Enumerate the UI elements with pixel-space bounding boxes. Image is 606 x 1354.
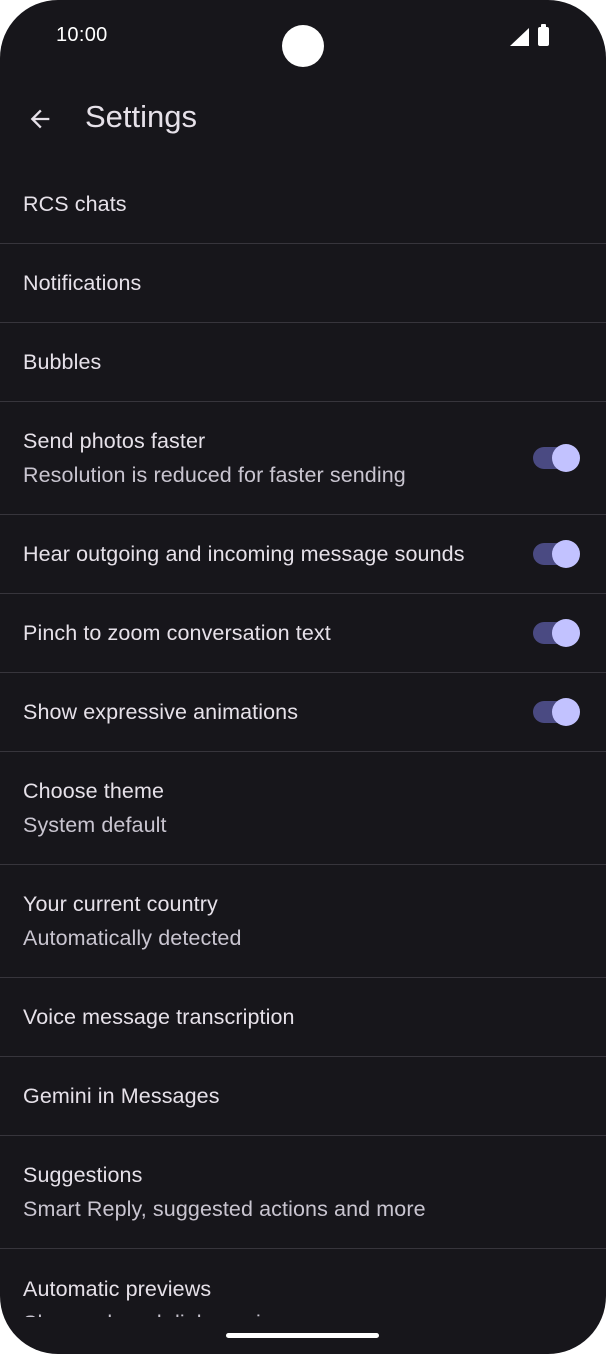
setting-subtitle: System default [23,813,167,837]
home-indicator[interactable] [226,1333,379,1338]
battery-icon [538,24,549,46]
setting-gemini[interactable]: Gemini in Messages [0,1057,606,1136]
setting-subtitle: Smart Reply, suggested actions and more [23,1197,426,1221]
setting-pinch-to-zoom[interactable]: Pinch to zoom conversation text [0,594,606,673]
setting-title: Notifications [23,271,142,295]
setting-suggestions[interactable]: Suggestions Smart Reply, suggested actio… [0,1136,606,1249]
arrow-left-icon [30,109,50,129]
setting-title: Suggestions [23,1163,143,1187]
back-button[interactable] [18,97,62,141]
setting-title: Bubbles [23,350,102,374]
setting-send-photos-faster[interactable]: Send photos faster Resolution is reduced… [0,402,606,515]
app-bar: Settings [0,78,606,164]
setting-subtitle: Resolution is reduced for faster sending [23,463,406,487]
setting-title: Choose theme [23,779,165,803]
camera-cutout [282,25,324,67]
setting-title: Gemini in Messages [23,1084,220,1108]
setting-title: Voice message transcription [23,1005,295,1029]
status-time: 10:00 [56,24,108,46]
phone-screen: 10:00 Settings RCS chats Notifications B… [0,0,606,1354]
toggle-thumb [552,619,580,647]
setting-choose-theme[interactable]: Choose theme System default [0,752,606,865]
setting-title: Pinch to zoom conversation text [23,621,331,645]
pinch-to-zoom-toggle[interactable] [533,619,581,647]
setting-notifications[interactable]: Notifications [0,244,606,323]
setting-title: Show expressive animations [23,700,299,724]
setting-automatic-previews[interactable]: Automatic previews Show only web link pr… [0,1249,606,1318]
toggle-thumb [552,540,580,568]
setting-rcs-chats[interactable]: RCS chats [0,165,606,244]
setting-title: Automatic previews [23,1276,212,1301]
settings-list[interactable]: RCS chats Notifications Bubbles Send pho… [0,165,606,1317]
setting-title: Send photos faster [23,429,206,453]
status-bar: 10:00 [0,0,606,78]
setting-title: RCS chats [23,192,127,216]
message-sounds-toggle[interactable] [533,540,581,568]
setting-message-sounds[interactable]: Hear outgoing and incoming message sound… [0,515,606,594]
setting-title: Hear outgoing and incoming message sound… [23,542,465,566]
setting-expressive-animations[interactable]: Show expressive animations [0,673,606,752]
toggle-thumb [552,698,580,726]
page-title: Settings [85,99,198,134]
setting-subtitle: Automatically detected [23,926,242,950]
expressive-animations-toggle[interactable] [533,698,581,726]
setting-subtitle: Show only web link previews [23,1309,582,1318]
toggle-thumb [552,444,580,472]
send-photos-faster-toggle[interactable] [533,444,581,472]
cell-signal-icon [510,28,529,46]
setting-bubbles[interactable]: Bubbles [0,323,606,402]
setting-current-country[interactable]: Your current country Automatically detec… [0,865,606,978]
setting-voice-transcription[interactable]: Voice message transcription [0,978,606,1057]
setting-title: Your current country [23,892,218,916]
